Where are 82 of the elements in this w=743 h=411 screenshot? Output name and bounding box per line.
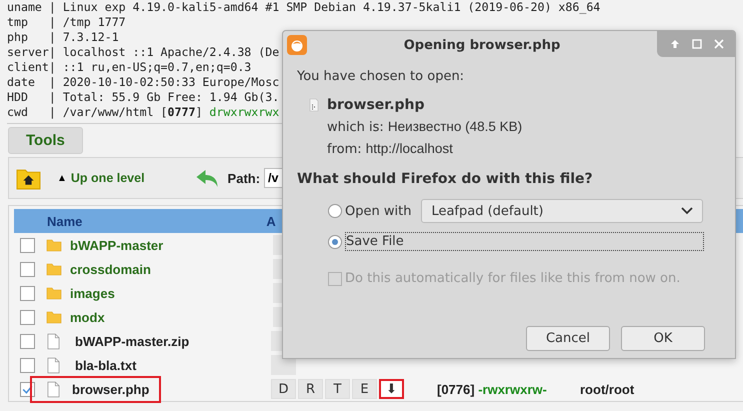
folder-link[interactable]: bWAPP-master [65, 232, 168, 258]
browser-logo-icon [287, 35, 307, 55]
permissions-text: drwxrwxrwx [209, 105, 280, 120]
intro-text: You have chosen to open: [297, 69, 466, 84]
back-arrow-icon[interactable] [194, 168, 220, 188]
separator-text: | [48, 75, 57, 90]
info-value: localhost ::1 Apache/2.4.38 (De [62, 45, 280, 60]
row-checkbox[interactable] [20, 310, 35, 324]
info-value: 2020-10-10-02:50:33 Europe/Mosc [62, 75, 280, 90]
info-value: ::1 ru,en-US;q=0.7,en;q=0.3 [62, 60, 252, 75]
folder-icon [46, 238, 62, 252]
close-icon[interactable] [713, 38, 725, 50]
file-link[interactable]: bla-bla.txt [70, 352, 142, 378]
action-button[interactable]: T [325, 379, 350, 399]
radio-button[interactable] [328, 234, 342, 248]
action-button[interactable]: D [271, 379, 296, 399]
up-arrow-icon: ▲ [57, 172, 67, 184]
file-link[interactable]: browser.php [30, 376, 162, 402]
info-label: cwd [7, 105, 29, 120]
meta-label: which is: [327, 120, 384, 135]
permission-code: [0776] [437, 382, 475, 396]
separator-text: | [48, 15, 57, 30]
tools-tab[interactable]: Tools [8, 127, 83, 154]
file-icon [47, 332, 60, 350]
row-checkbox[interactable] [20, 238, 35, 252]
dialog-button[interactable]: Cancel [526, 326, 610, 351]
info-label: date [7, 75, 36, 90]
info-value: 7.3.12-1 [62, 30, 119, 45]
info-label: HDD [7, 90, 29, 105]
folder-link[interactable]: images [65, 280, 120, 306]
meta-value: http://localhost [366, 141, 453, 156]
file-name: browser.php [327, 97, 425, 113]
column-header: Name [47, 214, 82, 228]
meta-label: from: [327, 142, 362, 157]
action-button[interactable]: R [298, 379, 323, 399]
chevron-down-icon [681, 207, 694, 215]
action-button[interactable]: E [352, 379, 377, 399]
maximize-icon[interactable] [691, 38, 703, 50]
window-title: Opening browser.php [402, 38, 562, 52]
info-label: uname [7, 0, 43, 15]
question-heading: What should Firefox do with this file? [297, 171, 594, 187]
file-link[interactable]: bWAPP-master.zip [70, 328, 194, 354]
folder-link[interactable]: crossdomain [65, 256, 156, 282]
path-label: Path: [228, 170, 260, 186]
file-icon [47, 380, 60, 398]
info-label: php [7, 30, 29, 45]
folder-link[interactable]: modx [65, 304, 110, 330]
app-dropdown[interactable]: Leafpad (default) [421, 199, 704, 223]
dialog-button[interactable]: OK [621, 326, 705, 351]
separator-text: | [48, 30, 57, 45]
up-one-level-link[interactable]: Up one level [70, 171, 145, 185]
row-checkbox[interactable] [20, 334, 35, 348]
option-label[interactable]: Save File [345, 232, 704, 251]
option-label[interactable]: Open with [345, 202, 412, 220]
owner-text: root/root [580, 382, 634, 396]
row-checkbox[interactable] [20, 358, 35, 372]
info-value: Linux exp 4.19.0-kali5-amd64 #1 SMP Debian 4.19.37-5kali1 (2019-06-20) x86_64 [62, 0, 600, 15]
column-header: A [266, 214, 276, 228]
separator-text: | [48, 90, 57, 105]
file-icon [309, 98, 319, 112]
info-value: /var/www/html [0777] [62, 105, 202, 120]
row-checkbox[interactable] [20, 262, 35, 276]
radio-button[interactable] [328, 204, 342, 218]
info-label: server [7, 45, 49, 60]
meta-value: Неизвестно (48.5 KB) [388, 119, 522, 134]
folder-icon [46, 262, 62, 276]
info-value: /tmp 1777 [62, 15, 126, 30]
permission-string: -rwxrwxrw- [478, 382, 547, 396]
row-checkbox[interactable] [20, 286, 35, 300]
separator-text: | [48, 60, 57, 75]
info-value: Total: 55.9 Gb Free: 1.94 Gb(3. [62, 90, 280, 105]
folder-icon [46, 310, 62, 324]
home-folder-icon[interactable] [16, 166, 41, 190]
info-label: client [7, 60, 49, 75]
action-button[interactable]: ⬇ [379, 379, 404, 399]
file-icon [47, 356, 60, 374]
info-label: tmp [7, 15, 29, 30]
up-arrow-icon[interactable] [669, 38, 681, 50]
separator-text: | [48, 45, 57, 60]
separator-text: | [48, 105, 57, 120]
separator-text: | [48, 0, 57, 15]
folder-icon [46, 286, 62, 300]
